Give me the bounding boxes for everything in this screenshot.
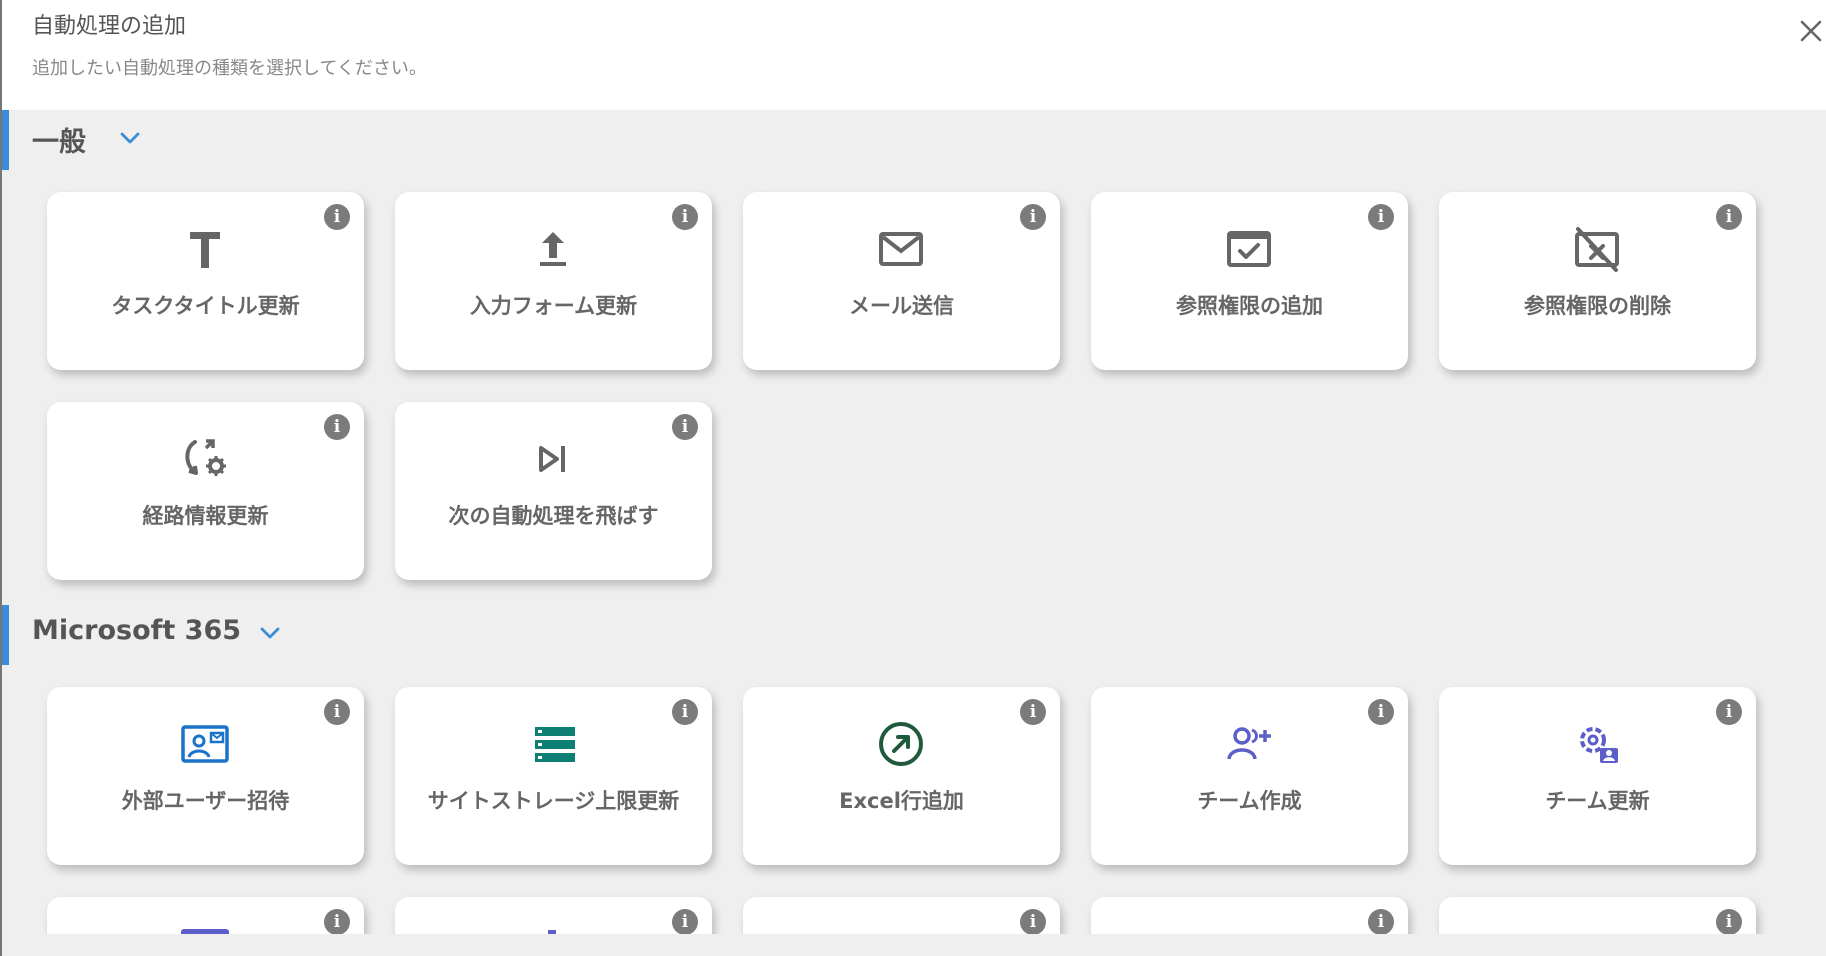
card-remove-view-permission[interactable]: i 参照権限の削除	[1439, 192, 1756, 370]
card-label: メール送信	[849, 294, 954, 318]
info-icon[interactable]: i	[672, 909, 698, 934]
mail-icon	[879, 232, 923, 266]
partial-icon-top	[548, 930, 556, 934]
dialog-subtitle: 追加したい自動処理の種類を選択してください。	[32, 58, 427, 79]
card-label: チーム作成	[1197, 789, 1302, 813]
info-icon[interactable]: i	[1368, 204, 1394, 230]
skip-next-icon	[539, 446, 565, 472]
section-accent-bar	[2, 110, 9, 170]
dialog-content: 一般 i タスクタイトル更新 i 入力フォーム更新 i メール送信 i 参照権限…	[2, 110, 1826, 934]
upload-arrow-icon	[540, 232, 566, 266]
info-icon[interactable]: i	[672, 414, 698, 440]
excel-arrow-icon	[879, 722, 923, 766]
section-toggle-general[interactable]	[119, 130, 141, 146]
chevron-down-icon	[260, 627, 280, 639]
close-button[interactable]	[1794, 14, 1826, 48]
card-partial[interactable]: i	[47, 897, 364, 934]
dialog-title: 自動処理の追加	[32, 14, 187, 39]
card-partial[interactable]: i	[1439, 897, 1756, 934]
info-icon[interactable]: i	[1716, 699, 1742, 725]
card-add-view-permission[interactable]: i 参照権限の追加	[1091, 192, 1408, 370]
card-invite-external-user[interactable]: i 外部ユーザー招待	[47, 687, 364, 865]
card-label: 参照権限の削除	[1524, 294, 1671, 318]
card-label: 外部ユーザー招待	[121, 789, 290, 813]
section-title-microsoft-365: Microsoft 365	[32, 615, 242, 646]
info-icon[interactable]: i	[1020, 909, 1046, 934]
card-label: サイトストレージ上限更新	[427, 789, 680, 813]
card-label: タスクタイトル更新	[111, 294, 300, 318]
card-label: チーム更新	[1545, 789, 1650, 813]
section-toggle-microsoft-365[interactable]	[259, 625, 281, 641]
card-excel-add-row[interactable]: i Excel行追加	[743, 687, 1060, 865]
card-label: 入力フォーム更新	[469, 294, 638, 318]
chevron-down-icon	[120, 132, 140, 144]
card-skip-next-automation[interactable]: i 次の自動処理を飛ばす	[395, 402, 712, 580]
partial-icon-top	[181, 929, 229, 934]
card-update-team[interactable]: i チーム更新	[1439, 687, 1756, 865]
info-icon[interactable]: i	[324, 414, 350, 440]
window-remove-icon	[1575, 227, 1619, 272]
info-icon[interactable]: i	[1020, 204, 1046, 230]
info-icon[interactable]: i	[672, 204, 698, 230]
text-t-icon	[190, 232, 220, 268]
section-header-microsoft-365: Microsoft 365	[2, 605, 1826, 665]
info-icon[interactable]: i	[324, 699, 350, 725]
team-add-icon	[1227, 727, 1271, 760]
section-title-general: 一般	[32, 127, 86, 158]
info-icon[interactable]: i	[324, 204, 350, 230]
card-partial[interactable]: i	[743, 897, 1060, 934]
section-accent-bar	[2, 605, 9, 665]
card-route-info-update[interactable]: i 経路情報更新	[47, 402, 364, 580]
info-icon[interactable]: i	[672, 699, 698, 725]
info-icon[interactable]: i	[1020, 699, 1046, 725]
dialog-header: 自動処理の追加 追加したい自動処理の種類を選択してください。	[2, 0, 1826, 110]
team-settings-icon	[1580, 727, 1618, 763]
card-partial[interactable]: i	[1091, 897, 1408, 934]
window-check-icon	[1227, 231, 1271, 267]
info-icon[interactable]: i	[1368, 909, 1394, 934]
info-icon[interactable]: i	[1716, 204, 1742, 230]
storage-list-icon	[535, 727, 575, 762]
card-label: 参照権限の追加	[1176, 294, 1323, 318]
card-site-storage-limit-update[interactable]: i サイトストレージ上限更新	[395, 687, 712, 865]
route-settings-icon	[185, 439, 226, 476]
card-input-form-update[interactable]: i 入力フォーム更新	[395, 192, 712, 370]
card-send-mail[interactable]: i メール送信	[743, 192, 1060, 370]
card-task-title-update[interactable]: i タスクタイトル更新	[47, 192, 364, 370]
info-icon[interactable]: i	[324, 909, 350, 934]
info-icon[interactable]: i	[1716, 909, 1742, 934]
card-label: 次の自動処理を飛ばす	[448, 504, 659, 528]
contact-card-icon	[181, 725, 229, 763]
close-icon	[1800, 20, 1822, 42]
card-create-team[interactable]: i チーム作成	[1091, 687, 1408, 865]
card-label: 経路情報更新	[142, 504, 269, 528]
section-header-general: 一般	[2, 110, 1826, 170]
info-icon[interactable]: i	[1368, 699, 1394, 725]
card-partial[interactable]: i	[395, 897, 712, 934]
card-label: Excel行追加	[839, 789, 964, 813]
